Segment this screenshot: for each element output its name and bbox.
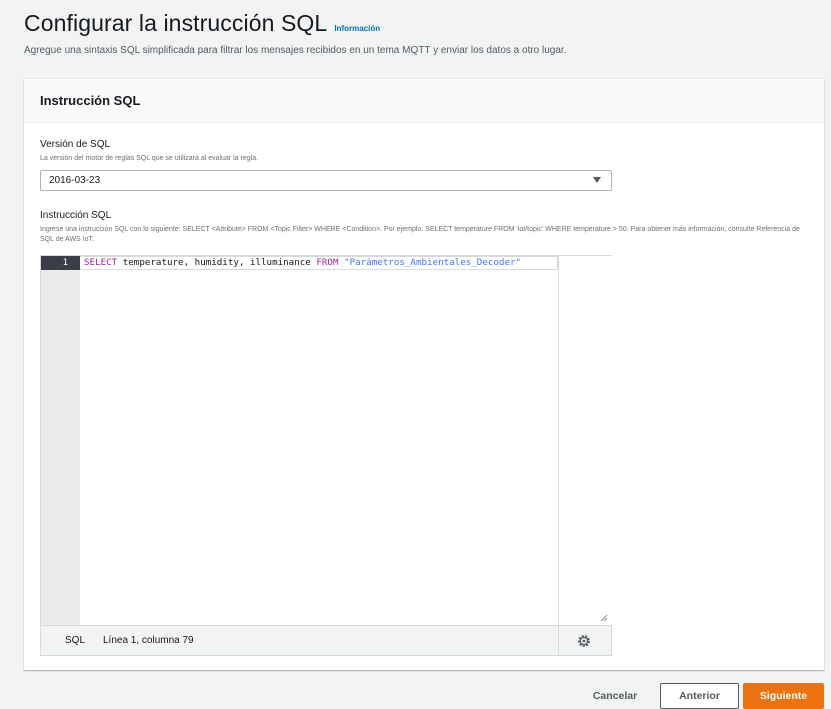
info-link[interactable]: Información xyxy=(334,24,380,33)
status-divider xyxy=(558,626,559,656)
previous-button[interactable]: Anterior xyxy=(660,683,739,709)
caret-down-icon xyxy=(593,177,601,183)
sql-version-description: La versión del motor de reglas SQL que s… xyxy=(40,155,259,162)
sql-statement-label: Instrucción SQL xyxy=(40,210,112,221)
sql-code-editor[interactable]: 1 SELECT temperature, humidity, illumina… xyxy=(40,255,612,656)
sql-keyword-from: FROM xyxy=(316,257,339,268)
page-header: Configurar la instrucción SQL Informació… xyxy=(24,10,380,37)
resize-handle-icon[interactable] xyxy=(600,614,608,622)
sql-version-select[interactable]: 2016-03-23 xyxy=(40,170,612,191)
page-description: Agregue una sintaxis SQL simplificada pa… xyxy=(24,45,567,56)
code-line[interactable]: SELECT temperature, humidity, illuminanc… xyxy=(80,256,558,270)
editor-right-panel xyxy=(558,256,612,625)
sql-version-selected-value: 2016-03-23 xyxy=(49,175,101,186)
status-language: SQL xyxy=(65,635,86,646)
sql-version-label: Versión de SQL xyxy=(40,139,111,150)
sql-statement-description: Ingrese una instrucción SQL con lo sigui… xyxy=(40,226,800,243)
code-area[interactable]: SELECT temperature, humidity, illuminanc… xyxy=(80,256,558,625)
page-title: Configurar la instrucción SQL xyxy=(24,10,328,36)
cancel-button[interactable]: Cancelar xyxy=(584,683,646,709)
sql-keyword-select: SELECT xyxy=(84,257,118,268)
container-header: Instrucción SQL xyxy=(24,79,824,123)
status-cursor-position: Línea 1, columna 79 xyxy=(103,635,194,646)
sql-topic-string: "Parámetros_Ambientales_Decoder" xyxy=(344,257,522,268)
sql-statement-container: Instrucción SQL Versión de SQL La versió… xyxy=(24,79,824,670)
editor-gutter xyxy=(41,256,80,625)
container-title: Instrucción SQL xyxy=(40,93,141,108)
line-number: 1 xyxy=(41,256,80,270)
editor-status-bar: SQL Línea 1, columna 79 xyxy=(41,625,611,656)
gear-icon[interactable] xyxy=(577,634,591,648)
sql-fields: temperature, humidity, illuminance xyxy=(117,257,317,268)
next-button[interactable]: Siguiente xyxy=(743,683,824,709)
